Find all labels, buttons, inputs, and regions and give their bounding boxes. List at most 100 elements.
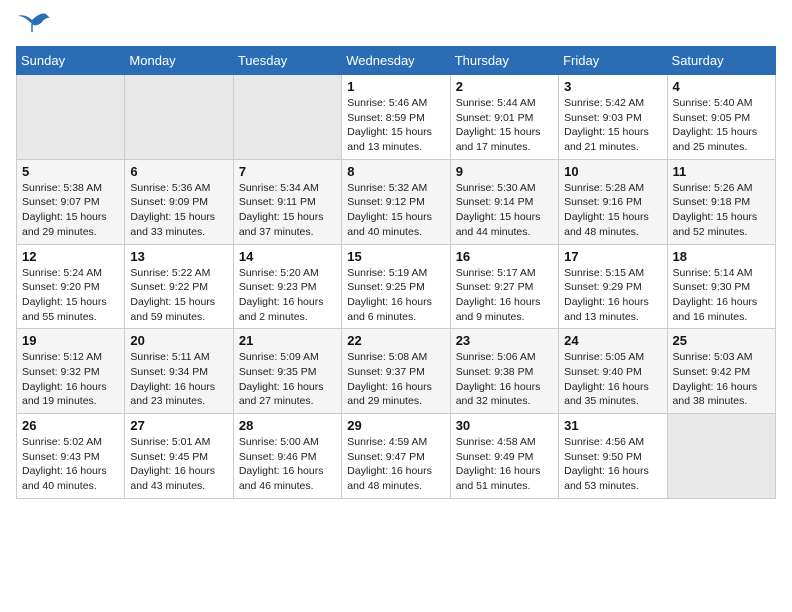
day-info: Sunrise: 5:34 AM Sunset: 9:11 PM Dayligh…	[239, 181, 336, 240]
day-cell-31: 31 Sunrise: 4:56 AM Sunset: 9:50 PM Dayli…	[559, 414, 667, 499]
day-info: Sunrise: 5:30 AM Sunset: 9:14 PM Dayligh…	[456, 181, 553, 240]
day-cell-8: 8 Sunrise: 5:32 AM Sunset: 9:12 PM Daylig…	[342, 159, 450, 244]
day-cell-27: 27 Sunrise: 5:01 AM Sunset: 9:45 PM Dayli…	[125, 414, 233, 499]
week-row-3: 12 Sunrise: 5:24 AM Sunset: 9:20 PM Dayli…	[17, 244, 776, 329]
header-wednesday: Wednesday	[342, 47, 450, 75]
day-info: Sunrise: 5:15 AM Sunset: 9:29 PM Dayligh…	[564, 266, 661, 325]
day-info: Sunrise: 5:12 AM Sunset: 9:32 PM Dayligh…	[22, 350, 119, 409]
day-number: 25	[673, 333, 770, 348]
page-header	[16, 16, 776, 34]
logo-bird-icon	[18, 12, 50, 34]
day-cell-21: 21 Sunrise: 5:09 AM Sunset: 9:35 PM Dayli…	[233, 329, 341, 414]
day-cell-26: 26 Sunrise: 5:02 AM Sunset: 9:43 PM Dayli…	[17, 414, 125, 499]
logo	[16, 16, 50, 34]
week-row-2: 5Sunrise: 5:38 AM Sunset: 9:07 PM Daylig…	[17, 159, 776, 244]
day-number: 10	[564, 164, 661, 179]
day-cell-28: 28 Sunrise: 5:00 AM Sunset: 9:46 PM Dayli…	[233, 414, 341, 499]
day-info: Sunrise: 5:44 AM Sunset: 9:01 PM Dayligh…	[456, 96, 553, 155]
day-info: Sunrise: 5:22 AM Sunset: 9:22 PM Dayligh…	[130, 266, 227, 325]
header-saturday: Saturday	[667, 47, 775, 75]
day-number: 27	[130, 418, 227, 433]
day-info: Sunrise: 5:19 AM Sunset: 9:25 PM Dayligh…	[347, 266, 444, 325]
day-number: 31	[564, 418, 661, 433]
empty-cell	[17, 75, 125, 160]
day-cell-2: 2 Sunrise: 5:44 AM Sunset: 9:01 PM Daylig…	[450, 75, 558, 160]
day-number: 7	[239, 164, 336, 179]
day-info: Sunrise: 5:24 AM Sunset: 9:20 PM Dayligh…	[22, 266, 119, 325]
header-row: SundayMondayTuesdayWednesdayThursdayFrid…	[17, 47, 776, 75]
empty-cell	[667, 414, 775, 499]
day-cell-29: 29Sunrise: 4:59 AM Sunset: 9:47 PM Dayli…	[342, 414, 450, 499]
header-monday: Monday	[125, 47, 233, 75]
day-info: Sunrise: 5:03 AM Sunset: 9:42 PM Dayligh…	[673, 350, 770, 409]
day-info: Sunrise: 5:01 AM Sunset: 9:45 PM Dayligh…	[130, 435, 227, 494]
day-cell-1: 1Sunrise: 5:46 AM Sunset: 8:59 PM Daylig…	[342, 75, 450, 160]
day-info: Sunrise: 5:09 AM Sunset: 9:35 PM Dayligh…	[239, 350, 336, 409]
day-number: 21	[239, 333, 336, 348]
day-cell-22: 22 Sunrise: 5:08 AM Sunset: 9:37 PM Dayli…	[342, 329, 450, 414]
day-cell-20: 20 Sunrise: 5:11 AM Sunset: 9:34 PM Dayli…	[125, 329, 233, 414]
day-number: 26	[22, 418, 119, 433]
day-cell-13: 13Sunrise: 5:22 AM Sunset: 9:22 PM Dayli…	[125, 244, 233, 329]
day-info: Sunrise: 5:02 AM Sunset: 9:43 PM Dayligh…	[22, 435, 119, 494]
day-cell-14: 14Sunrise: 5:20 AM Sunset: 9:23 PM Dayli…	[233, 244, 341, 329]
day-cell-23: 23 Sunrise: 5:06 AM Sunset: 9:38 PM Dayli…	[450, 329, 558, 414]
day-info: Sunrise: 5:08 AM Sunset: 9:37 PM Dayligh…	[347, 350, 444, 409]
day-number: 2	[456, 79, 553, 94]
day-info: Sunrise: 5:42 AM Sunset: 9:03 PM Dayligh…	[564, 96, 661, 155]
day-number: 17	[564, 249, 661, 264]
day-number: 22	[347, 333, 444, 348]
day-cell-16: 16 Sunrise: 5:17 AM Sunset: 9:27 PM Dayli…	[450, 244, 558, 329]
day-cell-30: 30Sunrise: 4:58 AM Sunset: 9:49 PM Dayli…	[450, 414, 558, 499]
week-row-4: 19 Sunrise: 5:12 AM Sunset: 9:32 PM Dayli…	[17, 329, 776, 414]
day-info: Sunrise: 5:28 AM Sunset: 9:16 PM Dayligh…	[564, 181, 661, 240]
day-info: Sunrise: 5:00 AM Sunset: 9:46 PM Dayligh…	[239, 435, 336, 494]
day-number: 15	[347, 249, 444, 264]
day-number: 16	[456, 249, 553, 264]
day-info: Sunrise: 5:11 AM Sunset: 9:34 PM Dayligh…	[130, 350, 227, 409]
day-number: 28	[239, 418, 336, 433]
day-cell-7: 7 Sunrise: 5:34 AM Sunset: 9:11 PM Daylig…	[233, 159, 341, 244]
day-number: 11	[673, 164, 770, 179]
day-number: 12	[22, 249, 119, 264]
day-cell-3: 3 Sunrise: 5:42 AM Sunset: 9:03 PM Daylig…	[559, 75, 667, 160]
day-number: 23	[456, 333, 553, 348]
week-row-1: 1Sunrise: 5:46 AM Sunset: 8:59 PM Daylig…	[17, 75, 776, 160]
day-info: Sunrise: 5:26 AM Sunset: 9:18 PM Dayligh…	[673, 181, 770, 240]
day-cell-17: 17 Sunrise: 5:15 AM Sunset: 9:29 PM Dayli…	[559, 244, 667, 329]
day-number: 3	[564, 79, 661, 94]
day-cell-25: 25 Sunrise: 5:03 AM Sunset: 9:42 PM Dayli…	[667, 329, 775, 414]
day-cell-15: 15 Sunrise: 5:19 AM Sunset: 9:25 PM Dayli…	[342, 244, 450, 329]
day-cell-11: 11 Sunrise: 5:26 AM Sunset: 9:18 PM Dayli…	[667, 159, 775, 244]
day-cell-5: 5Sunrise: 5:38 AM Sunset: 9:07 PM Daylig…	[17, 159, 125, 244]
day-number: 24	[564, 333, 661, 348]
day-info: Sunrise: 5:17 AM Sunset: 9:27 PM Dayligh…	[456, 266, 553, 325]
day-info: Sunrise: 5:05 AM Sunset: 9:40 PM Dayligh…	[564, 350, 661, 409]
day-number: 18	[673, 249, 770, 264]
day-info: Sunrise: 5:36 AM Sunset: 9:09 PM Dayligh…	[130, 181, 227, 240]
header-friday: Friday	[559, 47, 667, 75]
day-info: Sunrise: 5:06 AM Sunset: 9:38 PM Dayligh…	[456, 350, 553, 409]
day-number: 4	[673, 79, 770, 94]
day-number: 8	[347, 164, 444, 179]
day-info: Sunrise: 5:46 AM Sunset: 8:59 PM Dayligh…	[347, 96, 444, 155]
day-number: 30	[456, 418, 553, 433]
empty-cell	[233, 75, 341, 160]
day-info: Sunrise: 4:56 AM Sunset: 9:50 PM Dayligh…	[564, 435, 661, 494]
header-sunday: Sunday	[17, 47, 125, 75]
day-number: 29	[347, 418, 444, 433]
day-cell-6: 6 Sunrise: 5:36 AM Sunset: 9:09 PM Daylig…	[125, 159, 233, 244]
day-number: 14	[239, 249, 336, 264]
day-number: 5	[22, 164, 119, 179]
day-number: 20	[130, 333, 227, 348]
day-cell-24: 24 Sunrise: 5:05 AM Sunset: 9:40 PM Dayli…	[559, 329, 667, 414]
day-info: Sunrise: 5:40 AM Sunset: 9:05 PM Dayligh…	[673, 96, 770, 155]
day-number: 9	[456, 164, 553, 179]
header-tuesday: Tuesday	[233, 47, 341, 75]
day-info: Sunrise: 5:32 AM Sunset: 9:12 PM Dayligh…	[347, 181, 444, 240]
day-cell-18: 18Sunrise: 5:14 AM Sunset: 9:30 PM Dayli…	[667, 244, 775, 329]
day-cell-10: 10 Sunrise: 5:28 AM Sunset: 9:16 PM Dayli…	[559, 159, 667, 244]
day-number: 19	[22, 333, 119, 348]
day-number: 6	[130, 164, 227, 179]
header-thursday: Thursday	[450, 47, 558, 75]
